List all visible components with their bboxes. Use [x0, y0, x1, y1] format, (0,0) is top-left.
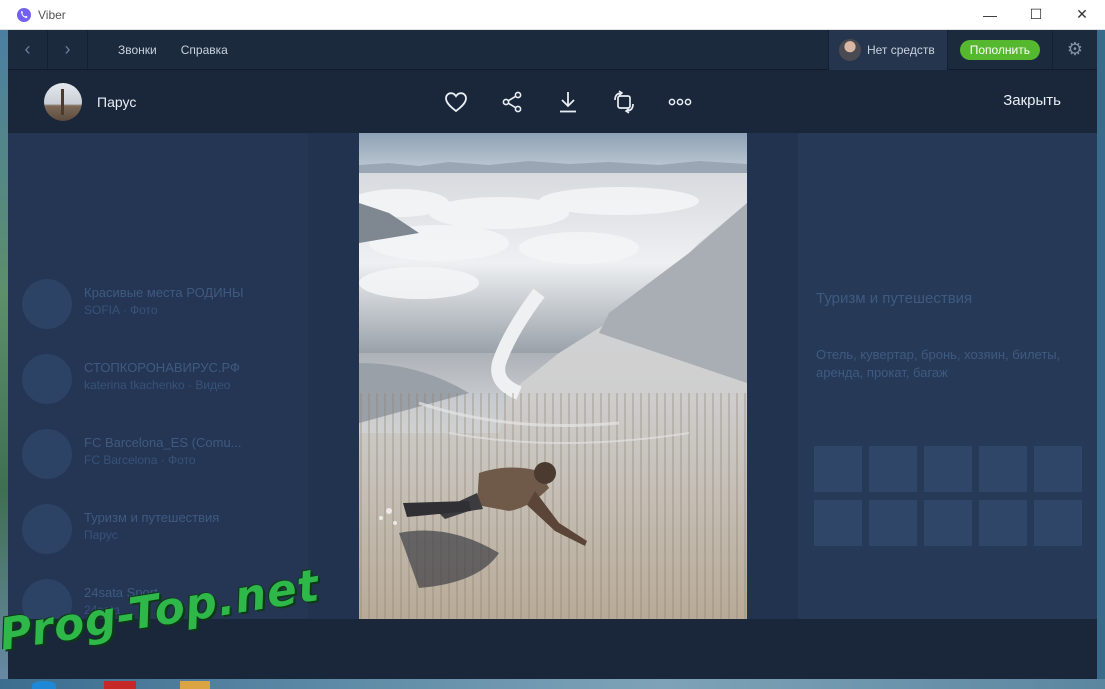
list-item: СТОПКОРОНАВИРУС.РФ katerina tkachenko · … — [22, 348, 292, 408]
media-actions — [428, 70, 708, 133]
like-button[interactable] — [428, 82, 484, 122]
chat-subtitle: Парус — [84, 528, 118, 542]
maximize-button[interactable]: ☐ — [1013, 0, 1059, 30]
minimize-button[interactable]: — — [967, 0, 1013, 30]
media-thumbnail — [1034, 500, 1082, 546]
window-title: Viber — [38, 7, 66, 22]
channel-name[interactable]: Парус — [97, 94, 136, 110]
media-thumbnail — [869, 446, 917, 492]
share-icon — [502, 91, 522, 112]
settings-gear-icon[interactable]: ⚙ — [1053, 30, 1097, 70]
photo-snowboarder-image — [359, 133, 747, 619]
chat-avatar — [22, 279, 72, 329]
media-thumbnail — [1034, 446, 1082, 492]
media-thumbnail — [979, 446, 1027, 492]
close-viewer-button[interactable]: Закрыть — [1003, 92, 1061, 109]
channel-info-background: Туризм и путешествия Отель, кувертар, бр… — [798, 70, 1097, 679]
chat-avatar — [22, 429, 72, 479]
taskbar-icon-red[interactable] — [104, 681, 136, 689]
topup-button[interactable]: Пополнить — [959, 39, 1040, 60]
chat-title: FC Barcelona_ES (Comu... — [84, 435, 242, 450]
chat-avatar — [22, 504, 72, 554]
taskbar-icon-folder[interactable] — [180, 681, 210, 689]
list-item: Туризм и путешествия Парус — [22, 498, 292, 558]
viber-app: ‹ › Звонки Справка Нет средств Пополнить… — [8, 29, 1097, 679]
rotate-icon — [614, 89, 634, 114]
app-topbar: ‹ › Звонки Справка Нет средств Пополнить… — [8, 29, 1097, 70]
media-thumbnail — [814, 446, 862, 492]
heart-icon — [445, 91, 467, 112]
channel-info-tags: Отель, кувертар, бронь, хозяин, билеты, … — [816, 347, 1061, 380]
media-thumbnail — [869, 500, 917, 546]
media-thumbnail — [979, 500, 1027, 546]
close-window-button[interactable]: ✕ — [1059, 0, 1105, 30]
user-avatar — [838, 38, 861, 61]
back-button[interactable]: ‹ — [8, 29, 48, 70]
media-thumbnail — [924, 500, 972, 546]
window-controls: — ☐ ✕ — [967, 0, 1105, 30]
download-icon — [560, 91, 576, 112]
taskbar-icon-blue[interactable] — [32, 681, 56, 689]
chat-subtitle: FC Barcelona · Фото — [84, 453, 196, 467]
chat-avatar — [22, 354, 72, 404]
menu-calls[interactable]: Звонки — [118, 43, 157, 57]
chat-title: СТОПКОРОНАВИРУС.РФ — [84, 360, 240, 375]
download-button[interactable] — [540, 82, 596, 122]
list-item: FC Barcelona_ES (Comu... FC Barcelona · … — [22, 423, 292, 483]
media-viewer-header: Парус Закрыть — [8, 70, 1097, 133]
chat-title: Туризм и путешествия — [84, 510, 220, 525]
chat-subtitle: SOFIA · Фото — [84, 303, 158, 317]
media-thumbnail — [924, 446, 972, 492]
chat-subtitle: katerina tkachenko · Видео — [84, 378, 231, 392]
more-button[interactable] — [652, 82, 708, 122]
balance-label: Нет средств — [866, 42, 935, 57]
share-button[interactable] — [484, 82, 540, 122]
menu-help[interactable]: Справка — [181, 43, 228, 57]
window-titlebar: Viber — ☐ ✕ — [0, 0, 1105, 30]
desktop-background-left — [0, 30, 8, 689]
channel-info-title: Туризм и путешествия — [816, 290, 973, 307]
chat-title: Красивые места РОДИНЫ — [84, 285, 244, 300]
channel-avatar[interactable] — [44, 82, 82, 121]
more-icon — [668, 98, 692, 105]
desktop-taskbar-strip — [0, 679, 1105, 689]
forward-button[interactable]: › — [48, 29, 88, 70]
topup-wrapper: Пополнить — [946, 29, 1053, 70]
viber-logo-icon — [17, 7, 31, 22]
account-balance[interactable]: Нет средств — [827, 29, 947, 70]
rotate-button[interactable] — [596, 82, 652, 122]
media-photo[interactable] — [359, 133, 747, 619]
media-thumbnail — [814, 500, 862, 546]
list-item: Красивые места РОДИНЫ SOFIA · Фото — [22, 273, 292, 333]
